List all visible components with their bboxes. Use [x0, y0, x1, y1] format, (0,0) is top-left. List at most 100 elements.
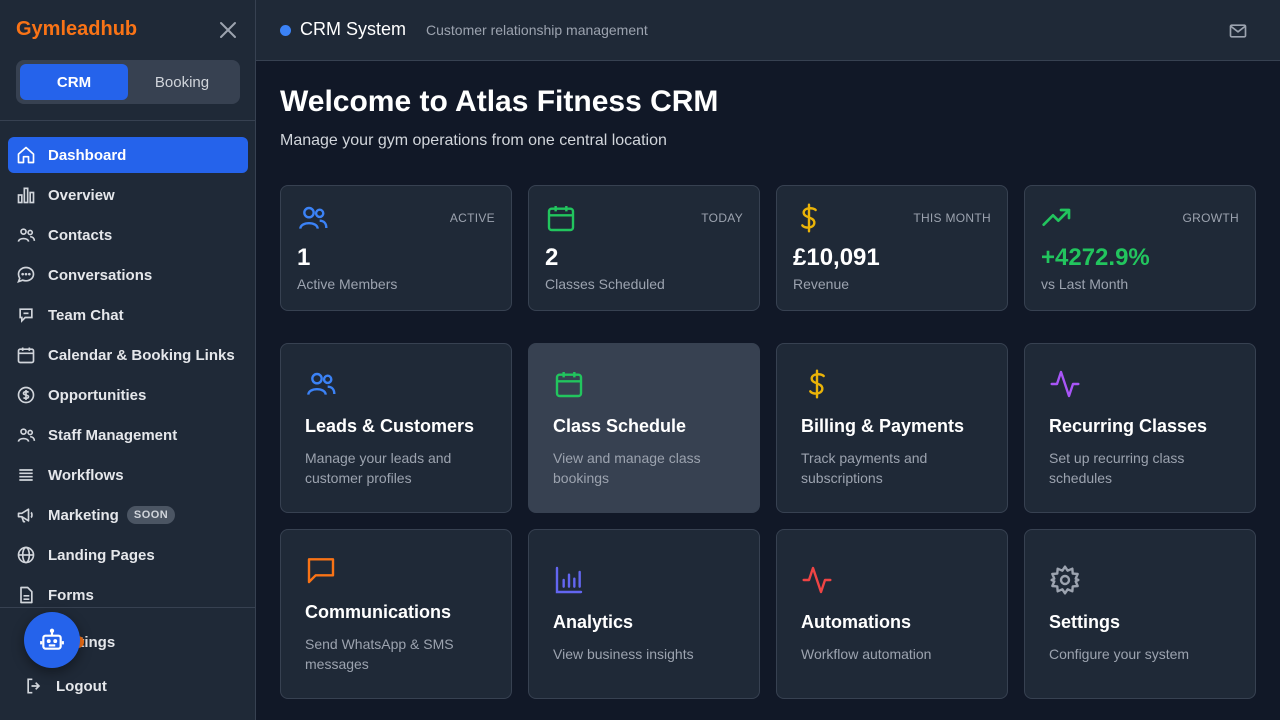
- nav-divider: [0, 120, 256, 121]
- sidebar-item-team-chat[interactable]: Team Chat: [8, 297, 248, 333]
- stat-label: Active Members: [297, 276, 398, 292]
- sidebar-item-conversations[interactable]: Conversations: [8, 257, 248, 293]
- message-square-icon: [305, 554, 337, 586]
- messages-button[interactable]: [1226, 19, 1250, 43]
- calendar-icon: [553, 368, 585, 400]
- bar-chart-icon: [16, 185, 36, 205]
- sidebar-item-label: Landing Pages: [48, 546, 155, 564]
- feature-title: Automations: [801, 612, 911, 632]
- activity-icon: [801, 564, 833, 596]
- ai-assistant-button[interactable]: [24, 612, 80, 668]
- feature-card-billing-payments[interactable]: Billing & Payments Track payments and su…: [776, 343, 1008, 513]
- sidebar-item-label: Forms: [48, 586, 94, 604]
- feature-title: Communications: [305, 602, 452, 622]
- logout-label: Logout: [56, 677, 107, 695]
- sidebar-item-dashboard[interactable]: Dashboard: [8, 137, 248, 173]
- list-icon: [16, 465, 36, 485]
- status-dot: [280, 25, 291, 36]
- feature-title: Leads & Customers: [305, 416, 475, 436]
- sidebar-item-label: Calendar & Booking Links: [48, 346, 235, 364]
- sidebar-item-overview[interactable]: Overview: [8, 177, 248, 213]
- stat-label: vs Last Month: [1041, 276, 1129, 292]
- sidebar-item-label: Team Chat: [48, 306, 124, 324]
- megaphone-icon: [16, 505, 36, 525]
- top-header: CRM System Customer relationship managem…: [256, 0, 1280, 61]
- feature-card-communications[interactable]: Communications Send WhatsApp & SMS messa…: [280, 529, 512, 699]
- globe-icon: [16, 545, 36, 565]
- stat-tag: GROWTH: [1182, 211, 1239, 225]
- feature-card-recurring-classes[interactable]: Recurring Classes Set up recurring class…: [1024, 343, 1256, 513]
- feature-card-class-schedule[interactable]: Class Schedule View and manage class boo…: [528, 343, 760, 513]
- dollar-icon: [793, 202, 825, 234]
- feature-description: Track payments and subscriptions: [801, 450, 928, 486]
- stat-card-classes-scheduled: TODAY 2 Classes Scheduled: [528, 185, 760, 311]
- sidebar-item-marketing[interactable]: Marketing SOON: [8, 497, 248, 533]
- stat-value: +4272.9%: [1041, 244, 1150, 271]
- dollar-circle-icon: [16, 385, 36, 405]
- users-icon: [16, 425, 36, 445]
- stat-card-growth: GROWTH +4272.9% vs Last Month: [1024, 185, 1256, 311]
- gear-icon: [1049, 564, 1081, 596]
- sidebar-item-label: Staff Management: [48, 426, 178, 444]
- sidebar-item-label: Dashboard: [48, 146, 127, 164]
- feature-title: Analytics: [553, 612, 634, 632]
- sidebar-item-label: Workflows: [48, 466, 124, 484]
- mode-toggle: CRM Booking: [16, 60, 240, 104]
- feature-description: Configure your system: [1049, 646, 1190, 662]
- bar-chart-icon: [553, 564, 585, 596]
- stat-tag: THIS MONTH: [913, 211, 991, 225]
- home-icon: [16, 145, 36, 165]
- bot-icon: [40, 628, 64, 650]
- close-sidebar-button[interactable]: [216, 18, 240, 42]
- stat-value: 1: [297, 244, 311, 271]
- bottom-divider: [0, 607, 256, 608]
- sidebar-item-contacts[interactable]: Contacts: [8, 217, 248, 253]
- feature-description: Manage your leads and customer profiles: [305, 450, 452, 486]
- stat-value: £10,091: [793, 244, 880, 271]
- feature-title: Class Schedule: [553, 416, 687, 436]
- feature-description: Set up recurring class schedules: [1049, 450, 1185, 486]
- calendar-icon: [16, 345, 36, 365]
- feature-description: View business insights: [553, 646, 694, 662]
- mail-icon: [1229, 24, 1247, 38]
- calendar-icon: [545, 202, 577, 234]
- crm-toggle-button[interactable]: CRM: [20, 64, 128, 100]
- sidebar-item-staff-management[interactable]: Staff Management: [8, 417, 248, 453]
- stat-card-revenue: THIS MONTH £10,091 Revenue: [776, 185, 1008, 311]
- users-icon: [305, 368, 337, 400]
- feature-title: Settings: [1049, 612, 1121, 632]
- header-subtitle: Customer relationship management: [426, 22, 648, 38]
- feature-description: Send WhatsApp & SMS messages: [305, 636, 454, 672]
- sidebar-item-label: Conversations: [48, 266, 153, 284]
- sidebar-item-workflows[interactable]: Workflows: [8, 457, 248, 493]
- activity-icon: [1049, 368, 1081, 400]
- sidebar-item-label: Overview: [48, 186, 115, 204]
- close-icon: [220, 22, 236, 38]
- brand-logo[interactable]: Gymleadhub: [16, 18, 137, 41]
- feature-title: Billing & Payments: [801, 416, 965, 436]
- page-subtitle: Manage your gym operations from one cent…: [280, 132, 667, 149]
- header-title: CRM System: [300, 19, 407, 39]
- main-content: Welcome to Atlas Fitness CRM Manage your…: [256, 61, 1280, 720]
- sidebar-item-landing-pages[interactable]: Landing Pages: [8, 537, 248, 573]
- feature-card-settings[interactable]: Settings Configure your system: [1024, 529, 1256, 699]
- chat-bubble-icon: [16, 265, 36, 285]
- sidebar: Gymleadhub CRM Booking Dashboard Overvie…: [0, 0, 256, 720]
- sidebar-logout[interactable]: Logout: [24, 674, 107, 698]
- dollar-icon: [801, 368, 833, 400]
- message-square-icon: [16, 305, 36, 325]
- booking-toggle-button[interactable]: Booking: [128, 64, 236, 100]
- stat-tag: TODAY: [701, 211, 743, 225]
- sidebar-item-calendar[interactable]: Calendar & Booking Links: [8, 337, 248, 373]
- feature-description: Workflow automation: [801, 646, 932, 662]
- soon-badge: SOON: [126, 506, 176, 524]
- feature-card-automations[interactable]: Automations Workflow automation: [776, 529, 1008, 699]
- feature-card-leads-customers[interactable]: Leads & Customers Manage your leads and …: [280, 343, 512, 513]
- feature-title: Recurring Classes: [1049, 416, 1208, 436]
- stat-tag: ACTIVE: [449, 211, 495, 225]
- stat-value: 2: [545, 244, 559, 271]
- feature-card-analytics[interactable]: Analytics View business insights: [528, 529, 760, 699]
- stat-card-active-members: ACTIVE 1 Active Members: [280, 185, 512, 311]
- sidebar-item-opportunities[interactable]: Opportunities: [8, 377, 248, 413]
- users-icon: [16, 225, 36, 245]
